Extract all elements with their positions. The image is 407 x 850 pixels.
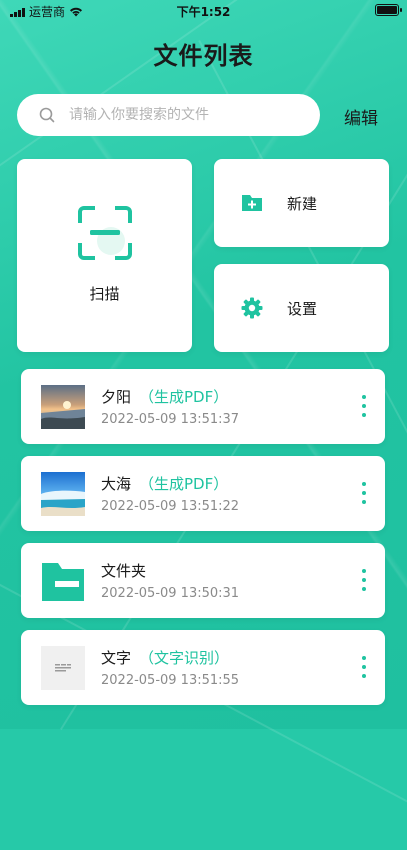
file-list-item[interactable]: 大海 （生成PDF） 2022-05-09 13:51:22 <box>21 456 385 531</box>
file-list-item[interactable]: 夕阳 （生成PDF） 2022-05-09 13:51:37 <box>21 369 385 444</box>
more-options-icon[interactable] <box>357 656 371 678</box>
file-name: 文件夹 <box>101 562 147 580</box>
text-document-thumbnail <box>41 646 85 690</box>
file-tag: （生成PDF） <box>139 475 229 493</box>
sea-thumbnail <box>41 472 85 516</box>
battery-icon <box>375 4 402 16</box>
scan-label: 扫描 <box>89 285 120 303</box>
status-bar: 运营商 下午1:52 <box>0 0 407 22</box>
more-options-icon[interactable] <box>357 395 371 417</box>
new-label: 新建 <box>287 195 318 213</box>
status-time: 下午1:52 <box>176 5 231 19</box>
new-folder-icon <box>242 195 262 211</box>
scan-button[interactable]: 扫描 <box>17 159 192 352</box>
file-name: 大海 （生成PDF） <box>101 475 229 493</box>
settings-button[interactable]: 设置 <box>214 264 389 352</box>
file-list-item[interactable]: 文字 （文字识别） 2022-05-09 13:51:55 <box>21 630 385 705</box>
edit-button[interactable]: 编辑 <box>344 104 378 129</box>
folder-icon <box>41 559 85 603</box>
search-input[interactable] <box>67 106 301 124</box>
new-button[interactable]: 新建 <box>214 159 389 247</box>
more-options-icon[interactable] <box>357 569 371 591</box>
sunset-thumbnail <box>41 385 85 429</box>
settings-label: 设置 <box>287 300 318 318</box>
file-list-item[interactable]: 文件夹 2022-05-09 13:50:31 <box>21 543 385 618</box>
file-tag: （生成PDF） <box>139 388 229 406</box>
file-name: 文字 （文字识别） <box>101 649 230 667</box>
page-title: 文件列表 <box>153 42 254 70</box>
gear-icon <box>241 297 263 319</box>
file-time: 2022-05-09 13:50:31 <box>101 586 240 601</box>
file-time: 2022-05-09 13:51:55 <box>101 673 240 688</box>
file-time: 2022-05-09 13:51:22 <box>101 499 240 514</box>
scan-icon <box>78 206 132 260</box>
file-time: 2022-05-09 13:51:37 <box>101 412 240 427</box>
file-name: 夕阳 （生成PDF） <box>101 388 229 406</box>
file-tag: （文字识别） <box>139 649 230 667</box>
search-bar[interactable] <box>17 94 320 136</box>
more-options-icon[interactable] <box>357 482 371 504</box>
search-icon <box>39 107 55 123</box>
